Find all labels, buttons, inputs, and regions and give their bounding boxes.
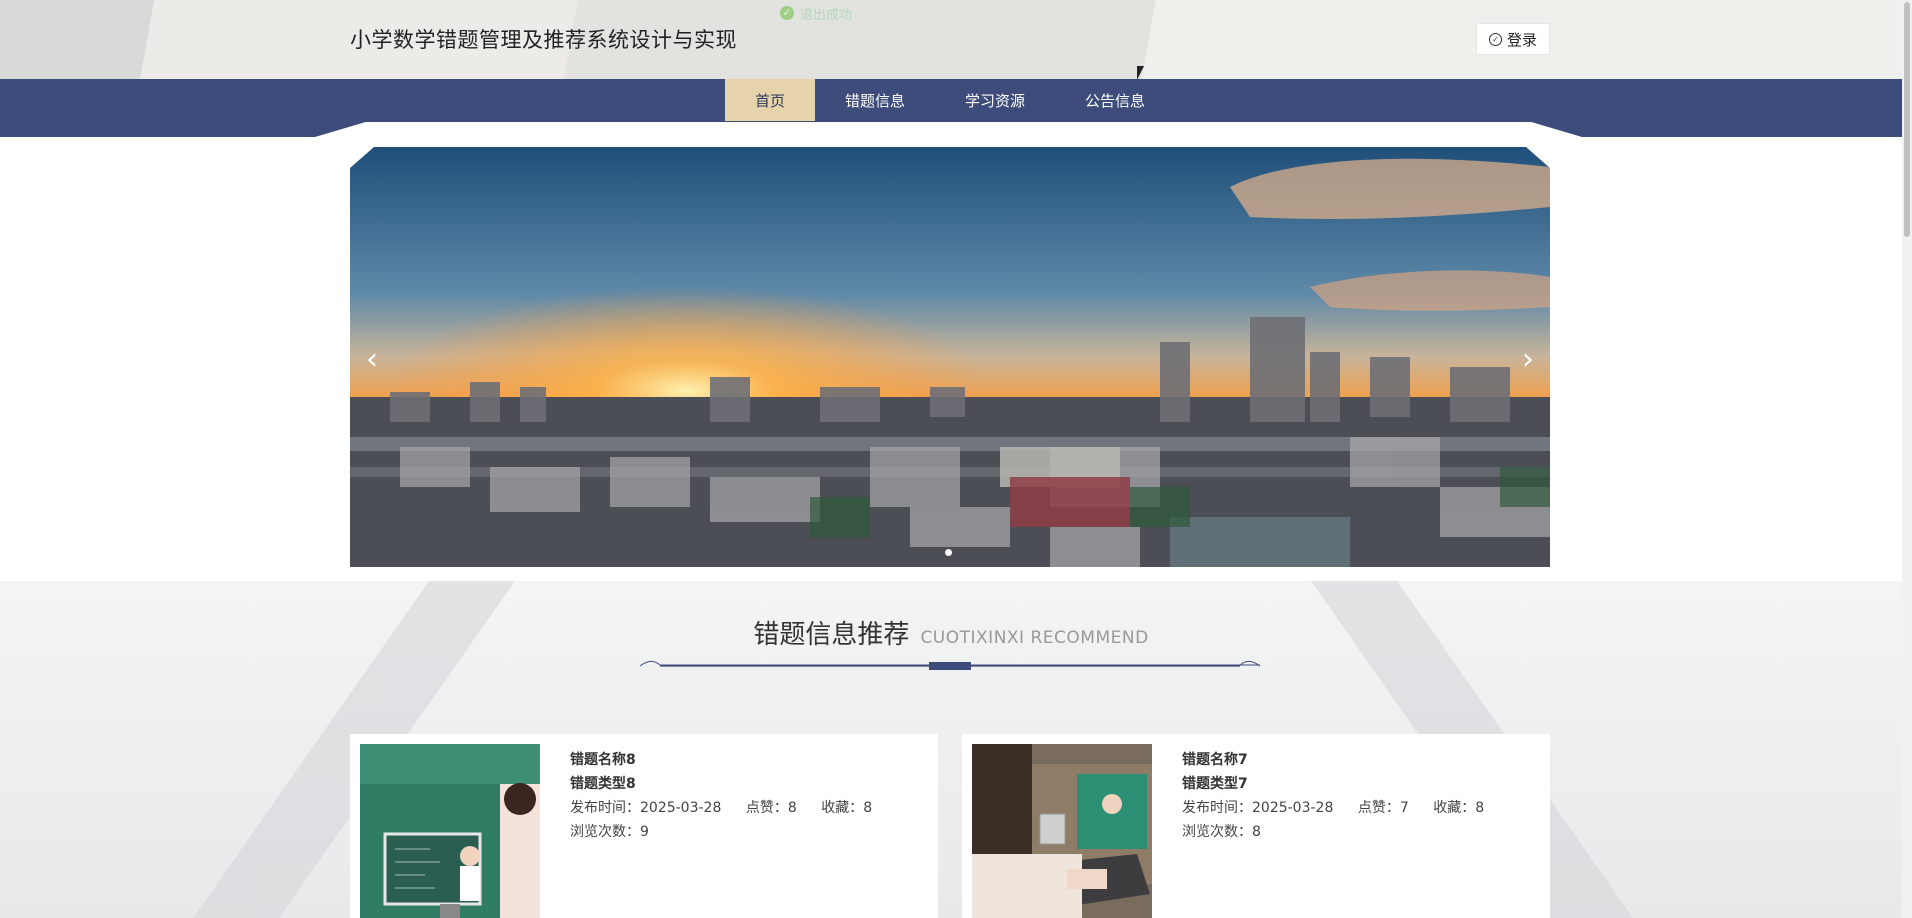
check-circle-icon: ✓ <box>1488 32 1502 46</box>
card-title: 错题名称7 <box>1182 752 1248 768</box>
toast-text: 退出成功 <box>800 7 853 23</box>
success-icon: ✓ <box>780 6 794 20</box>
card-type: 错题类型7 <box>1182 776 1248 792</box>
card-views: 浏览次数：8 <box>1182 824 1261 840</box>
top-header: 小学数学错题管理及推荐系统设计与实现 ✓ 退出成功 ✓ 登录 <box>0 0 1912 79</box>
card-likes: 点赞：8 <box>745 800 797 816</box>
card-title: 错题名称8 <box>570 752 636 768</box>
carousel-slide-image <box>350 147 1550 567</box>
card-likes: 点赞：7 <box>1357 800 1409 816</box>
card-favorites: 收藏：8 <box>1433 800 1485 816</box>
card-info: 错题名称7 错题类型7 发布时间：2025-03-28 点赞：7 收藏：8 浏览… <box>1182 748 1504 844</box>
carousel-dot-1[interactable] <box>945 549 952 556</box>
teacher-blackboard-image <box>360 744 540 918</box>
card-thumbnail <box>972 744 1152 918</box>
section-divider <box>640 660 1260 670</box>
card-info: 错题名称8 错题类型8 发布时间：2025-03-28 点赞：8 收藏：8 浏览… <box>570 748 892 844</box>
nav-item-announcements[interactable]: 公告信息 <box>1055 79 1175 121</box>
nav-notch-decoration <box>315 122 1582 137</box>
page-scrollbar[interactable] <box>1902 0 1912 918</box>
chevron-left-icon: ‹ <box>366 342 378 377</box>
section-title-en: CUOTIXINXI RECOMMEND <box>920 628 1149 648</box>
section-header: 错题信息推荐 CUOTIXINXI RECOMMEND <box>0 614 1902 651</box>
nav-item-mistakes[interactable]: 错题信息 <box>815 79 935 121</box>
card-publish-date: 发布时间：2025-03-28 <box>1182 800 1334 816</box>
nav-item-home[interactable]: 首页 <box>725 79 816 121</box>
card-views: 浏览次数：9 <box>570 824 649 840</box>
carousel-prev-button[interactable]: ‹ <box>362 345 382 375</box>
card-type: 错题类型8 <box>570 776 636 792</box>
carousel-indicators <box>945 549 952 556</box>
mistake-card[interactable]: 错题名称7 错题类型7 发布时间：2025-03-28 点赞：7 收藏：8 浏览… <box>962 734 1550 918</box>
main-nav: 首页 错题信息 学习资源 公告信息 <box>725 79 1175 121</box>
chevron-right-icon: › <box>1522 342 1534 377</box>
logout-toast: ✓ 退出成功 <box>780 2 852 24</box>
section-title-cn: 错题信息推荐 <box>753 620 910 650</box>
login-label: 登录 <box>1506 30 1537 49</box>
city-sunset-image <box>350 147 1550 567</box>
card-meta: 发布时间：2025-03-28 点赞：7 收藏：8 <box>1182 796 1504 820</box>
site-title: 小学数学错题管理及推荐系统设计与实现 <box>350 28 737 52</box>
nav-item-resources[interactable]: 学习资源 <box>935 79 1055 121</box>
login-button[interactable]: ✓ 登录 <box>1476 23 1550 55</box>
card-favorites: 收藏：8 <box>821 800 873 816</box>
laptop-study-image <box>972 744 1152 918</box>
card-meta: 发布时间：2025-03-28 点赞：8 收藏：8 <box>570 796 892 820</box>
mistake-card[interactable]: 错题名称8 错题类型8 发布时间：2025-03-28 点赞：8 收藏：8 浏览… <box>350 734 938 918</box>
carousel-next-button[interactable]: › <box>1518 345 1538 375</box>
card-publish-date: 发布时间：2025-03-28 <box>570 800 722 816</box>
scrollbar-thumb[interactable] <box>1904 2 1910 237</box>
card-thumbnail <box>360 744 540 918</box>
mouse-cursor <box>1137 66 1144 80</box>
